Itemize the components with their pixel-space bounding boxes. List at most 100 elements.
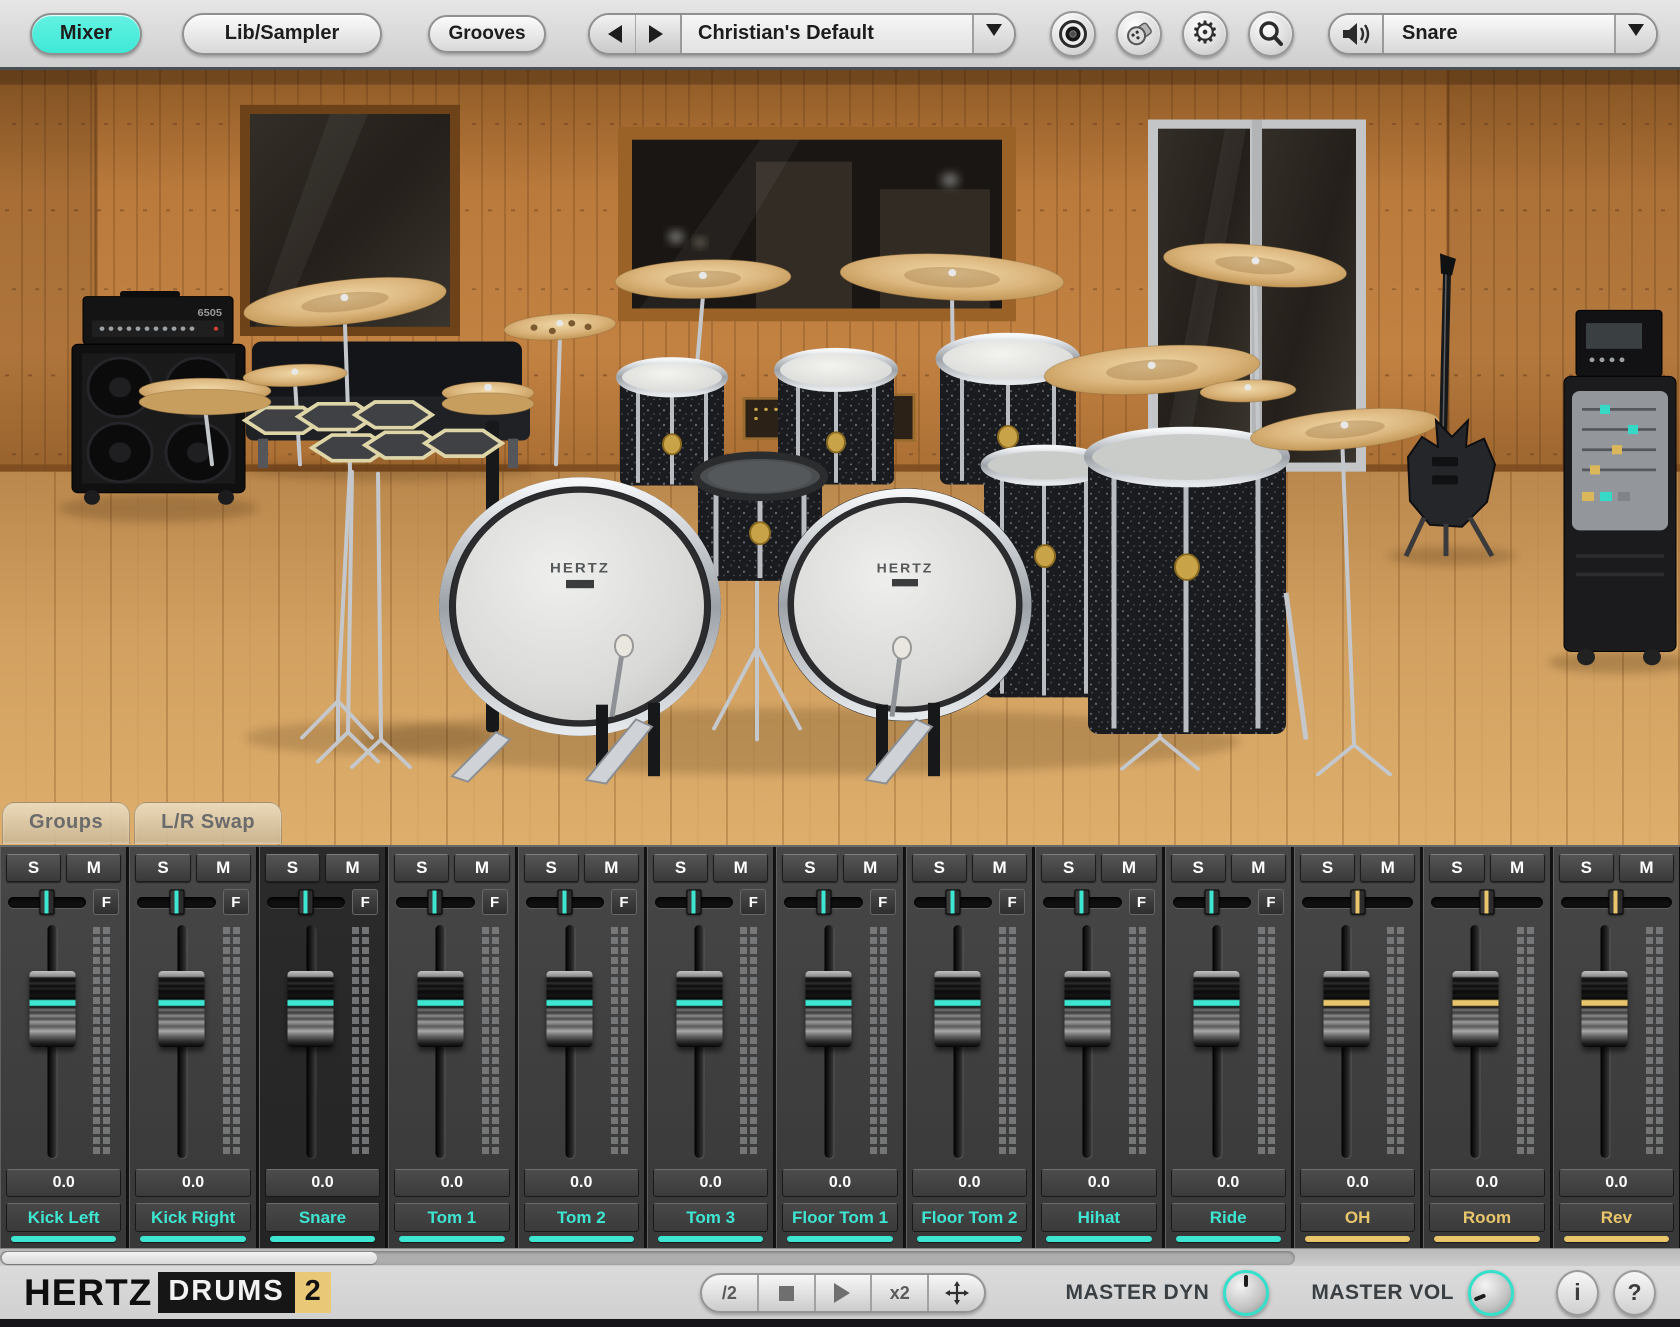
volume-fader[interactable] [953, 925, 962, 1158]
volume-value[interactable]: 0.0 [394, 1169, 509, 1197]
mute-button[interactable]: M [66, 854, 121, 882]
master-dyn-knob[interactable] [1223, 1270, 1269, 1316]
mute-button[interactable]: M [196, 854, 251, 882]
pan-slider[interactable] [137, 897, 215, 908]
pan-handle[interactable] [1350, 890, 1365, 915]
kick-right-drum[interactable]: HERTZ [778, 488, 1032, 721]
fader-handle[interactable] [1323, 971, 1369, 1047]
pan-handle[interactable] [1075, 890, 1090, 915]
fx-button[interactable]: F [1129, 889, 1155, 915]
stop-button[interactable] [757, 1275, 814, 1311]
channel-label[interactable]: Kick Right [135, 1203, 250, 1232]
volume-value[interactable]: 0.0 [6, 1169, 121, 1197]
volume-fader[interactable] [1342, 925, 1351, 1158]
fx-button[interactable]: F [93, 889, 119, 915]
fader-handle[interactable] [1582, 971, 1628, 1047]
fader-handle[interactable] [1452, 971, 1498, 1047]
kick-left-drum[interactable]: HERTZ [439, 477, 721, 736]
fader-handle[interactable] [935, 971, 981, 1047]
pan-slider[interactable] [267, 897, 345, 908]
mute-button[interactable]: M [584, 854, 639, 882]
settings-button[interactable]: ⚙ [1182, 11, 1228, 57]
solo-button[interactable]: S [912, 854, 967, 882]
pan-handle[interactable] [557, 890, 572, 915]
pan-handle[interactable] [428, 890, 443, 915]
channel-label[interactable]: Ride [1171, 1203, 1286, 1232]
fx-button[interactable]: F [740, 889, 766, 915]
audition-button[interactable] [1330, 15, 1384, 53]
solo-button[interactable]: S [1300, 854, 1355, 882]
channel-label[interactable]: Snare [265, 1203, 380, 1232]
channel-label[interactable]: Floor Tom 2 [912, 1203, 1027, 1232]
pan-slider[interactable] [784, 897, 862, 908]
hihat-cymbal[interactable] [442, 382, 534, 415]
info-button[interactable]: i [1556, 1270, 1599, 1316]
mute-button[interactable]: M [1490, 854, 1545, 882]
solo-button[interactable]: S [6, 854, 61, 882]
instrument-dropdown-button[interactable] [1614, 15, 1656, 53]
volume-value[interactable]: 0.0 [1171, 1169, 1286, 1197]
channel-label[interactable]: OH [1300, 1203, 1415, 1232]
channel-label[interactable]: Rev [1559, 1203, 1674, 1232]
volume-value[interactable]: 0.0 [1300, 1169, 1415, 1197]
pan-handle[interactable] [687, 890, 702, 915]
tab-groups[interactable]: Groups [2, 802, 130, 844]
cable-button[interactable] [1116, 11, 1162, 57]
fx-button[interactable]: F [870, 889, 896, 915]
pan-handle[interactable] [1204, 890, 1219, 915]
volume-value[interactable]: 0.0 [135, 1169, 250, 1197]
preset-name[interactable]: Christian's Default [682, 15, 972, 53]
fx-button[interactable]: F [1258, 889, 1284, 915]
mixer-scrollbar[interactable] [0, 1251, 1295, 1265]
pan-handle[interactable] [945, 890, 960, 915]
double-tempo-button[interactable]: x2 [870, 1275, 927, 1311]
move-window-button[interactable] [927, 1275, 984, 1311]
fader-handle[interactable] [1064, 971, 1110, 1047]
fader-handle[interactable] [1194, 971, 1240, 1047]
pan-slider[interactable] [1173, 897, 1251, 908]
floor-tom-2-drum[interactable] [1088, 430, 1306, 739]
volume-fader[interactable] [1083, 925, 1092, 1158]
pan-handle[interactable] [1609, 890, 1624, 915]
fader-handle[interactable] [417, 971, 463, 1047]
volume-fader[interactable] [824, 925, 833, 1158]
channel-label[interactable]: Tom 2 [524, 1203, 639, 1232]
volume-value[interactable]: 0.0 [524, 1169, 639, 1197]
preset-dropdown-button[interactable] [972, 15, 1014, 53]
fx-button[interactable]: F [352, 889, 378, 915]
search-button[interactable] [1248, 11, 1294, 57]
pan-slider[interactable] [914, 897, 992, 908]
tab-lib-sampler[interactable]: Lib/Sampler [182, 13, 382, 55]
fx-button[interactable]: F [611, 889, 637, 915]
volume-value[interactable]: 0.0 [265, 1169, 380, 1197]
channel-label[interactable]: Hihat [1041, 1203, 1156, 1232]
pan-handle[interactable] [298, 890, 313, 915]
volume-value[interactable]: 0.0 [912, 1169, 1027, 1197]
play-button[interactable] [814, 1275, 871, 1311]
pan-slider[interactable] [526, 897, 604, 908]
pan-slider[interactable] [1431, 897, 1542, 908]
tab-lr-swap[interactable]: L/R Swap [134, 802, 282, 844]
fx-button[interactable]: F [999, 889, 1025, 915]
pan-handle[interactable] [816, 890, 831, 915]
mute-button[interactable]: M [1619, 854, 1674, 882]
channel-label[interactable]: Floor Tom 1 [782, 1203, 897, 1232]
solo-button[interactable]: S [653, 854, 708, 882]
solo-button[interactable]: S [394, 854, 449, 882]
fader-handle[interactable] [676, 971, 722, 1047]
pan-handle[interactable] [40, 890, 55, 915]
volume-fader[interactable] [1600, 925, 1609, 1158]
fader-handle[interactable] [29, 971, 75, 1047]
volume-fader[interactable] [695, 925, 704, 1158]
mute-button[interactable]: M [1101, 854, 1156, 882]
volume-fader[interactable] [436, 925, 445, 1158]
mute-button[interactable]: M [454, 854, 509, 882]
fader-handle[interactable] [288, 971, 334, 1047]
volume-fader[interactable] [565, 925, 574, 1158]
volume-value[interactable]: 0.0 [782, 1169, 897, 1197]
pan-handle[interactable] [1479, 890, 1494, 915]
pan-handle[interactable] [169, 890, 184, 915]
mute-button[interactable]: M [843, 854, 898, 882]
tab-mixer[interactable]: Mixer [30, 13, 142, 55]
master-vol-knob[interactable] [1468, 1270, 1514, 1316]
